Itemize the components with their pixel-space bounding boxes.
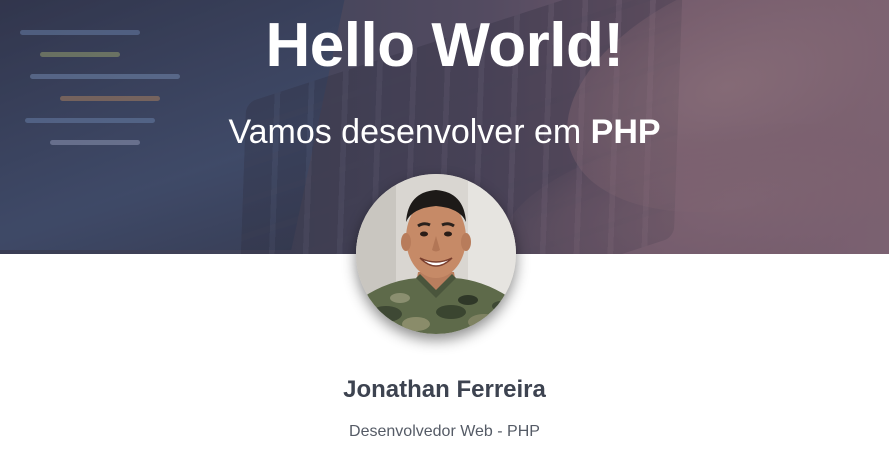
profile-name: Jonathan Ferreira	[343, 376, 546, 403]
profile-role: Desenvolvedor Web - PHP	[349, 423, 540, 440]
hero-subtitle: Vamos desenvolver em PHP	[0, 110, 889, 154]
hero-subtitle-text: Vamos desenvolver em	[228, 113, 591, 151]
hero-subtitle-highlight: PHP	[590, 113, 661, 151]
avatar-photo	[356, 174, 516, 334]
hero-title: Hello World!	[265, 11, 624, 80]
profile-page: Hello World! Vamos desenvolver em PHP Jo…	[0, 0, 889, 456]
avatar	[356, 174, 516, 334]
